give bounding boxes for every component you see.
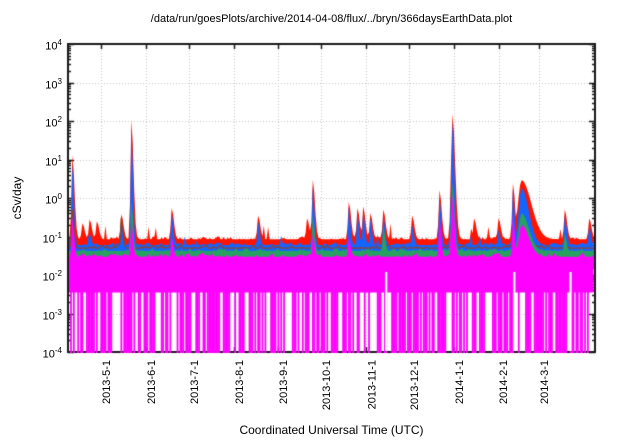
x-tick-label: 2013-8-1 [234, 360, 247, 404]
x-axis-label: Coordinated Universal Time (UTC) [68, 423, 595, 437]
x-tick-label: 2013-5-1 [101, 360, 114, 404]
x-tick-label: 2014-2-1 [499, 360, 512, 404]
y-tick-label: 103 [0, 75, 62, 93]
y-tick-label: 10-3 [0, 306, 62, 324]
y-tick-label: 10-4 [0, 344, 62, 362]
y-tick-label: 104 [0, 36, 62, 54]
x-tick-label: 2013-11-1 [366, 360, 379, 409]
x-tick-label: 2013-12-1 [409, 360, 422, 410]
x-tick-label: 2014-1-1 [454, 360, 467, 404]
y-tick-label: 100 [0, 190, 62, 208]
x-tick-label: 2014-3-1 [539, 360, 552, 404]
y-tick-label: 102 [0, 113, 62, 131]
y-tick-label: 101 [0, 152, 62, 170]
x-tick-label: 2013-10-1 [321, 360, 334, 410]
x-tick-label: 2013-6-1 [146, 360, 159, 404]
x-tick-label: 2013-7-1 [189, 360, 202, 404]
y-tick-label: 10-2 [0, 267, 62, 285]
y-tick-label: 10-1 [0, 229, 62, 247]
x-tick-label: 2013-9-1 [278, 360, 291, 404]
chart-title: /data/run/goesPlots/archive/2014-04-08/f… [68, 13, 595, 25]
plot-window: /data/run/goesPlots/archive/2014-04-08/f… [0, 0, 640, 448]
